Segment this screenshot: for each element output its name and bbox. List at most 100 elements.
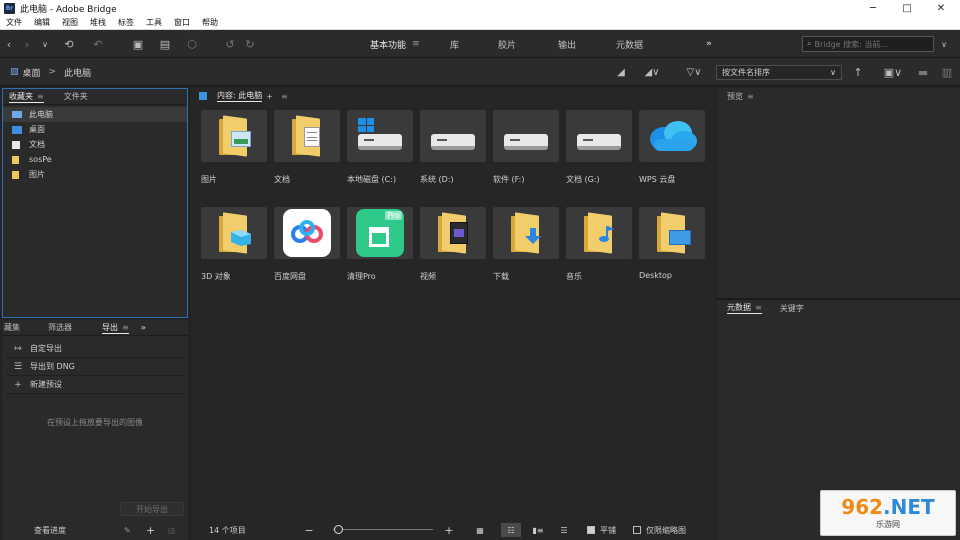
recent-history-icon[interactable]: ⟲	[58, 30, 80, 58]
tab-preview[interactable]: 预览 ≡	[727, 91, 754, 102]
trash-icon[interactable]: ▥	[168, 526, 176, 535]
breadcrumb-this-pc[interactable]: 此电脑	[64, 66, 91, 79]
menu-window[interactable]: 窗口	[174, 17, 190, 28]
content-item-baidu-netdisk[interactable]: 百度网盘	[274, 207, 340, 282]
menu-label[interactable]: 标签	[118, 17, 134, 28]
menu-file[interactable]: 文件	[6, 17, 22, 28]
camera-get-photos-icon[interactable]: ▣	[128, 30, 148, 58]
content-item-videos[interactable]: 视频	[420, 207, 486, 282]
content-item-music[interactable]: 音乐	[566, 207, 632, 282]
tab-filter[interactable]: 筛选器	[48, 322, 72, 333]
sort-ascending-icon[interactable]: ↑	[850, 58, 866, 86]
workspace-filmstrip[interactable]: 胶片	[498, 30, 516, 58]
item-label: 文档 (G:)	[566, 175, 600, 184]
tab-export[interactable]: 导出 ≡	[102, 322, 129, 334]
search-box[interactable]: ⌕	[802, 36, 934, 52]
grid-lock-icon[interactable]: ▦	[471, 520, 489, 540]
workspace-metadata[interactable]: 元数据	[616, 30, 643, 58]
back-icon[interactable]: ‹	[2, 30, 16, 58]
item-label: 百度网盘	[274, 272, 306, 281]
favorite-item-pictures[interactable]: 图片	[3, 167, 187, 182]
menu-stacks[interactable]: 堆栈	[90, 17, 106, 28]
view-progress-link[interactable]: 查看进度	[34, 525, 66, 536]
content-item-pictures[interactable]: 图片	[201, 110, 267, 185]
flat-view-checkbox[interactable]	[587, 526, 595, 534]
content-item-drive-f[interactable]: 软件 (F:)	[493, 110, 559, 185]
add-preset-icon[interactable]: +	[146, 524, 155, 537]
tab-metadata[interactable]: 元数据 ≡	[727, 302, 762, 314]
export-item-new-preset[interactable]: + 新建预设	[6, 376, 184, 394]
favorite-item-sospe[interactable]: sosPe	[3, 152, 187, 167]
panel-menu-icon[interactable]: ≡	[122, 323, 129, 332]
content-item-drive-d[interactable]: 系统 (D:)	[420, 110, 486, 185]
close-icon[interactable]: ✕	[924, 0, 958, 16]
tab-content[interactable]: 内容: 此电脑	[217, 90, 263, 102]
menu-tools[interactable]: 工具	[146, 17, 162, 28]
chevron-down-icon[interactable]: ∨	[38, 30, 52, 58]
export-item-dng[interactable]: ☰ 导出到 DNG	[6, 358, 184, 376]
zoom-out-icon[interactable]: −	[303, 520, 315, 540]
content-item-wps-cloud[interactable]: WPS 云盘	[639, 110, 705, 185]
menu-view[interactable]: 视图	[62, 17, 78, 28]
thumbnail-view-icon[interactable]: ☷	[501, 523, 521, 537]
tab-collections[interactable]: 藏集	[4, 322, 20, 333]
return-to-app-icon[interactable]: ↶	[90, 30, 106, 58]
start-export-button[interactable]: 开始导出	[120, 502, 184, 516]
rotate-right-icon[interactable]: ↻	[242, 30, 258, 58]
content-item-documents[interactable]: 文档	[274, 110, 340, 185]
content-item-desktop[interactable]: Desktop	[639, 207, 705, 280]
tab-keywords[interactable]: 关键字	[780, 303, 804, 314]
detail-view-icon[interactable]: ▮≡	[529, 520, 547, 540]
sort-select[interactable]: 按文件名排序 ∨	[716, 65, 842, 80]
rotate-left-icon[interactable]: ↺	[222, 30, 238, 58]
quality-icon[interactable]: ◢	[612, 58, 630, 86]
open-in-camera-raw-icon[interactable]: ⬡	[184, 30, 200, 58]
workspace-output[interactable]: 输出	[558, 30, 576, 58]
panel-menu-icon[interactable]: ≡	[281, 92, 288, 101]
content-item-3d-objects[interactable]: 3D 对象	[201, 207, 267, 282]
more-workspaces-icon[interactable]: »	[706, 30, 712, 58]
maximize-icon[interactable]: □	[890, 0, 924, 16]
slider-thumb[interactable]	[334, 525, 343, 534]
panel-menu-icon[interactable]: ≡	[747, 92, 754, 101]
favorite-item-documents[interactable]: 文档	[3, 137, 187, 152]
add-icon[interactable]: +	[266, 92, 273, 101]
rating-filter-icon[interactable]: ◢∨	[638, 58, 666, 86]
export-item-custom[interactable]: ↦ 自定导出	[6, 340, 184, 358]
content-item-drive-c[interactable]: 本地磁盘 (C:)	[347, 110, 413, 185]
more-tabs-icon[interactable]: »	[141, 323, 146, 332]
content-item-clean-pro[interactable]: Pro 清理Pro	[347, 207, 413, 282]
workspace-menu-icon[interactable]: ≡	[412, 39, 420, 49]
tab-folders[interactable]: 文件夹	[64, 91, 88, 102]
thumbnail-size-slider[interactable]	[333, 525, 433, 534]
content-item-drive-g[interactable]: 文档 (G:)	[566, 110, 632, 185]
menu-edit[interactable]: 编辑	[34, 17, 50, 28]
flat-view-toggle[interactable]: 平铺	[587, 520, 616, 540]
search-input[interactable]	[814, 39, 925, 49]
minimize-icon[interactable]: ─	[856, 0, 890, 16]
favorite-item-this-pc[interactable]: 此电脑	[3, 107, 187, 122]
edit-icon[interactable]: ✎	[124, 526, 131, 535]
new-folder-icon[interactable]: ▣∨	[878, 58, 908, 86]
workspace-essentials[interactable]: 基本功能 ≡	[370, 30, 420, 58]
breadcrumb-desktop[interactable]: 桌面	[23, 66, 41, 79]
tab-favorites[interactable]: 收藏夹 ≡	[9, 91, 44, 103]
thumbnails-only-toggle[interactable]: 仅限缩略图	[633, 520, 686, 540]
content-item-downloads[interactable]: 下载	[493, 207, 559, 282]
zoom-in-icon[interactable]: +	[443, 520, 455, 540]
trash-icon[interactable]: ▥	[938, 58, 956, 86]
refine-icon[interactable]: ▤	[152, 30, 178, 58]
filter-items-icon[interactable]: ▽∨	[680, 58, 708, 86]
workspace-library[interactable]: 库	[450, 30, 459, 58]
recent-files-icon[interactable]: ▬	[914, 58, 932, 86]
item-thumbnail	[201, 207, 267, 259]
panel-menu-icon[interactable]: ≡	[37, 92, 44, 101]
list-view-icon[interactable]: ☰	[555, 520, 573, 540]
forward-icon[interactable]: ›	[20, 30, 34, 58]
menu-help[interactable]: 帮助	[202, 17, 218, 28]
search-options-chevron-icon[interactable]: ∨	[936, 30, 952, 58]
thumbnails-only-checkbox[interactable]	[633, 526, 641, 534]
favorite-item-desktop[interactable]: 桌面	[3, 122, 187, 137]
panel-menu-icon[interactable]: ≡	[755, 303, 762, 312]
content-panel: 内容: 此电脑 + ≡ 图片 文档 本地磁盘 (C:) 系统 (D:) 软件 (…	[191, 88, 715, 540]
